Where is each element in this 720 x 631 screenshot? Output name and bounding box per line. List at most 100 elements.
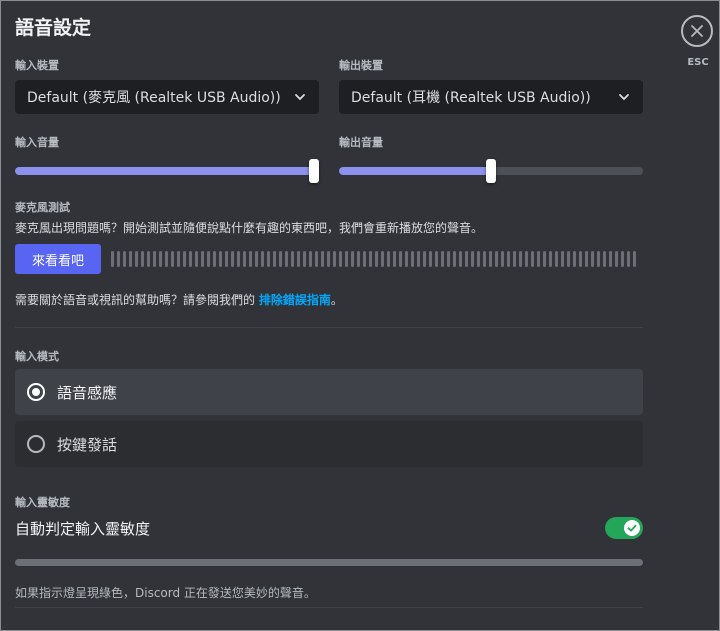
meter-bar [273, 251, 276, 267]
meter-bar [453, 251, 456, 267]
meter-bar [345, 251, 348, 267]
output-volume-handle[interactable] [486, 159, 496, 183]
meter-bar [219, 251, 222, 267]
meter-bar [393, 251, 396, 267]
meter-bar [459, 251, 462, 267]
meter-bar [333, 251, 336, 267]
meter-bar [603, 251, 606, 267]
meter-bar [609, 251, 612, 267]
meter-bar [381, 251, 384, 267]
meter-bar [417, 251, 420, 267]
meter-bar [405, 251, 408, 267]
meter-bar [201, 251, 204, 267]
meter-bar [621, 251, 624, 267]
meter-bar [495, 251, 498, 267]
meter-bar [387, 251, 390, 267]
meter-bar [363, 251, 366, 267]
input-volume-slider[interactable] [15, 167, 319, 175]
meter-bar [633, 251, 636, 267]
output-volume-label: 輸出音量 [339, 136, 383, 149]
mic-test-button[interactable]: 來看看吧 [15, 244, 101, 274]
meter-bar [231, 251, 234, 267]
meter-bar [261, 251, 264, 267]
meter-bar [291, 251, 294, 267]
meter-bar [177, 251, 180, 267]
meter-bar [423, 251, 426, 267]
meter-bar [285, 251, 288, 267]
input-volume-handle[interactable] [309, 159, 320, 183]
meter-bar [501, 251, 504, 267]
meter-bar [303, 251, 306, 267]
mic-level-meter [111, 251, 643, 267]
meter-bar [567, 251, 570, 267]
meter-bar [171, 251, 174, 267]
input-mode-option-push-to-talk[interactable]: 按鍵發話 [15, 421, 643, 467]
meter-bar [267, 251, 270, 267]
meter-bar [123, 251, 126, 267]
meter-bar [327, 251, 330, 267]
input-mode-label: 輸入模式 [15, 350, 59, 363]
troubleshooting-guide-link[interactable]: 排除錯誤指南 [259, 293, 331, 307]
radio-selected-icon [27, 383, 45, 401]
meter-bar [195, 251, 198, 267]
meter-bar [549, 251, 552, 267]
check-icon [624, 520, 640, 536]
close-icon[interactable] [681, 15, 713, 47]
input-device-value: Default (麥克風 (Realtek USB Audio)) [27, 90, 281, 106]
sensitivity-label: 輸入靈敏度 [15, 496, 70, 509]
meter-bar [165, 251, 168, 267]
meter-bar [585, 251, 588, 267]
page-title: 語音設定 [15, 17, 92, 39]
meter-bar [555, 251, 558, 267]
meter-bar [249, 251, 252, 267]
meter-bar [225, 251, 228, 267]
meter-bar [147, 251, 150, 267]
meter-bar [531, 251, 534, 267]
meter-bar [183, 251, 186, 267]
mic-test-label: 麥克風測試 [15, 201, 70, 214]
meter-bar [255, 251, 258, 267]
chevron-down-icon [619, 94, 629, 101]
meter-bar [129, 251, 132, 267]
meter-bar [597, 251, 600, 267]
help-prefix: 需要關於語音或視訊的幫助嗎？請參閱我們的 [15, 293, 259, 307]
input-mode-option-voice-activity[interactable]: 語音感應 [15, 369, 643, 415]
meter-bar [309, 251, 312, 267]
input-volume-label: 輸入音量 [15, 136, 59, 149]
meter-bar [435, 251, 438, 267]
meter-bar [153, 251, 156, 267]
meter-bar [357, 251, 360, 267]
meter-bar [543, 251, 546, 267]
auto-sensitivity-toggle[interactable] [605, 517, 643, 539]
meter-bar [561, 251, 564, 267]
esc-label: ESC [687, 57, 709, 68]
meter-bar [237, 251, 240, 267]
meter-bar [573, 251, 576, 267]
meter-bar [297, 251, 300, 267]
meter-bar [279, 251, 282, 267]
meter-bar [477, 251, 480, 267]
meter-bar [213, 251, 216, 267]
sensitivity-meter [15, 559, 643, 566]
chevron-down-icon [295, 94, 305, 101]
input-device-select[interactable]: Default (麥克風 (Realtek USB Audio)) [15, 80, 319, 114]
input-volume-fill [15, 167, 315, 175]
section-divider [15, 327, 643, 328]
meter-bar [141, 251, 144, 267]
output-device-label: 輸出裝置 [339, 59, 383, 72]
meter-bar [579, 251, 582, 267]
input-device-label: 輸入裝置 [15, 59, 59, 72]
meter-bar [111, 251, 114, 267]
meter-bar [411, 251, 414, 267]
output-volume-fill [339, 167, 491, 175]
close-button[interactable] [681, 15, 713, 47]
input-mode-option-label: 按鍵發話 [57, 435, 118, 454]
meter-bar [369, 251, 372, 267]
meter-bar [135, 251, 138, 267]
meter-bar [615, 251, 618, 267]
meter-bar [591, 251, 594, 267]
bottom-divider [15, 607, 643, 608]
input-mode-option-label: 語音感應 [57, 383, 118, 402]
output-device-select[interactable]: Default (耳機 (Realtek USB Audio)) [339, 80, 643, 114]
output-device-value: Default (耳機 (Realtek USB Audio)) [351, 90, 591, 106]
